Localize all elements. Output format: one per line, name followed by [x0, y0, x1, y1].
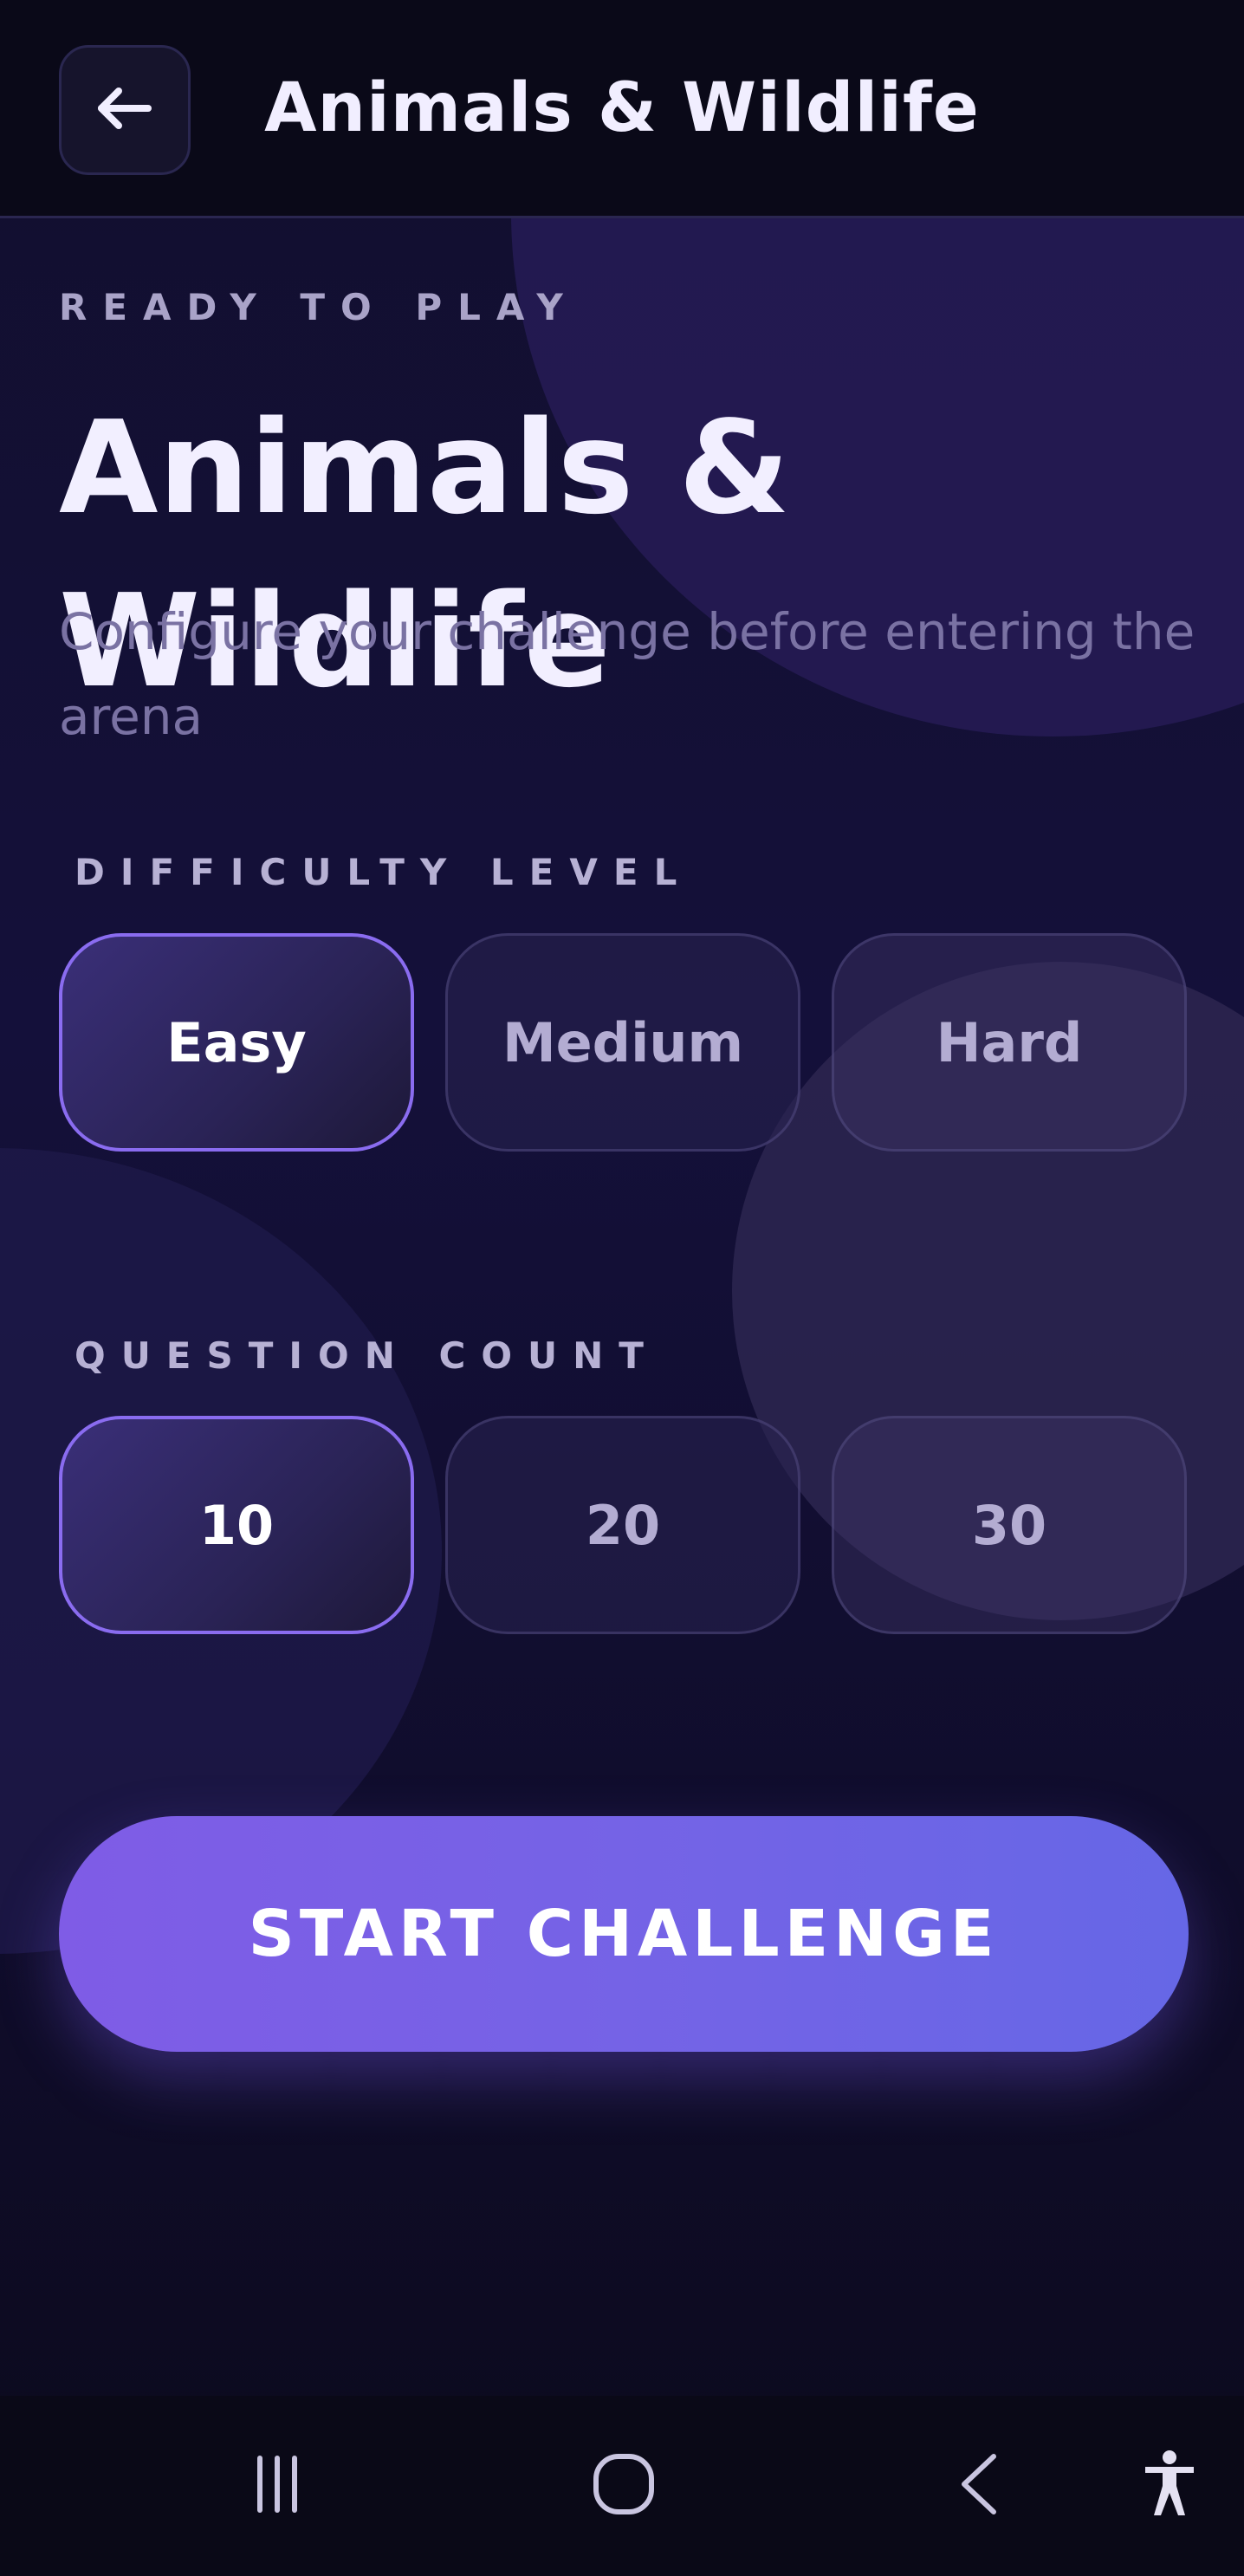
header-title: Animals & Wildlife [264, 69, 980, 147]
system-nav-bar [0, 2396, 1244, 2576]
accessibility-icon [1142, 2449, 1197, 2522]
back-button[interactable] [59, 45, 191, 175]
eyebrow-text: READY TO PLAY [59, 286, 579, 328]
difficulty-label: DIFFICULTY LEVEL [75, 851, 693, 893]
screen: Animals & Wildlife READY TO PLAY Animals… [0, 0, 1244, 2576]
app-header: Animals & Wildlife [0, 0, 1244, 218]
arrow-left-icon [94, 84, 155, 136]
count-option-20[interactable]: 20 [445, 1416, 800, 1634]
difficulty-option-easy[interactable]: Easy [59, 933, 414, 1152]
count-option-30[interactable]: 30 [832, 1416, 1187, 1634]
recents-icon [247, 2454, 308, 2518]
home-icon [591, 2451, 657, 2521]
question-count-options: 10 20 30 [59, 1416, 1187, 1637]
difficulty-option-medium[interactable]: Medium [445, 933, 800, 1152]
difficulty-option-hard[interactable]: Hard [832, 933, 1187, 1152]
page-subtitle: Configure your challenge before entering… [59, 602, 1195, 746]
question-count-label: QUESTION COUNT [75, 1334, 659, 1377]
home-button[interactable] [580, 2396, 667, 2576]
recents-button[interactable] [234, 2396, 321, 2576]
accessibility-button[interactable] [1126, 2396, 1213, 2576]
system-back-button[interactable] [936, 2396, 1022, 2576]
count-option-10[interactable]: 10 [59, 1416, 414, 1634]
start-challenge-button[interactable]: START CHALLENGE [59, 1816, 1189, 2052]
chevron-left-icon [957, 2451, 1001, 2521]
main-content: READY TO PLAY Animals & Wildlife Configu… [0, 0, 1244, 2576]
difficulty-options: Easy Medium Hard [59, 933, 1187, 1154]
